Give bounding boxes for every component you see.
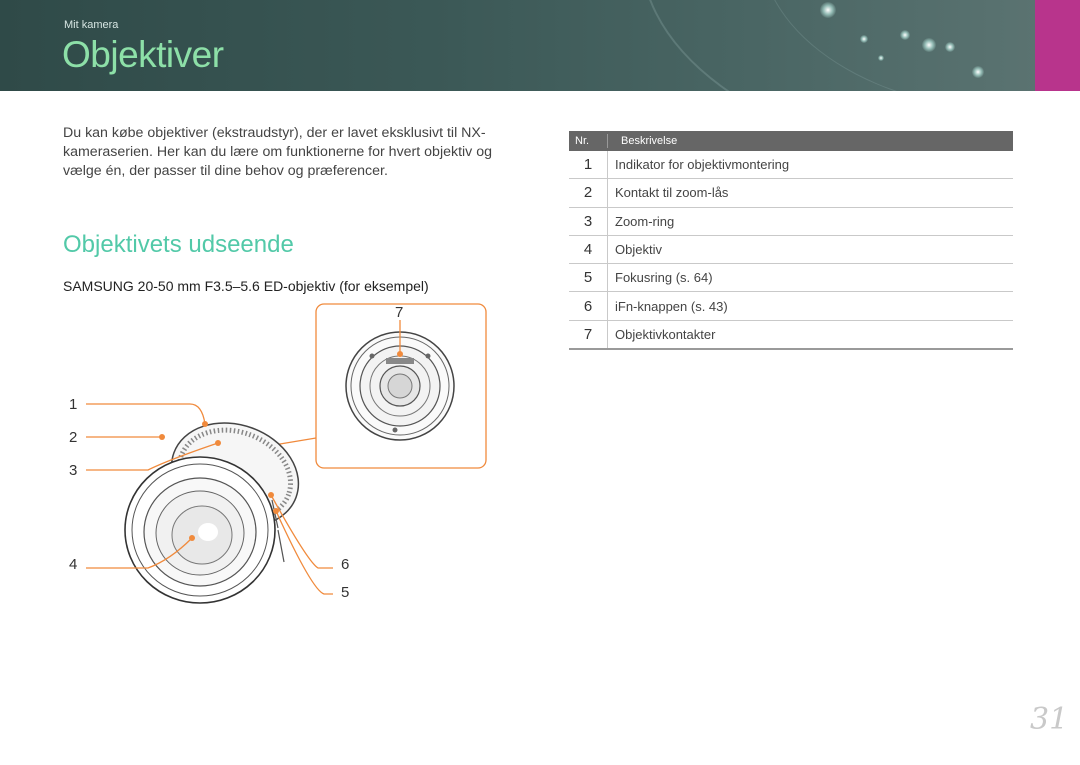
row-description: Zoom-ring [615,213,675,229]
header-sparkle [820,2,836,18]
row-number: 7 [583,325,593,343]
page-header: Mit kamera Objektiver [0,0,1080,91]
callout-number: 5 [341,584,350,601]
table-row: 2 Kontakt til zoom-lås [569,179,1013,208]
page-title: Objektiver [62,34,224,75]
lens-mount-rear-view [345,320,455,441]
chapter-tab [1035,0,1080,91]
table-row: 3 Zoom-ring [569,207,1013,236]
callout-number: 2 [69,429,78,446]
row-number: 2 [583,184,593,202]
row-description: Fokusring (s. 64) [615,270,713,286]
breadcrumb: Mit kamera [64,19,119,31]
row-description: iFn-knappen (s. 43) [615,298,728,314]
intro-paragraph: Du kan købe objektiver (ekstraudstyr), d… [63,125,492,179]
lens-caption: SAMSUNG 20-50 mm F3.5–5.6 ED-objektiv (f… [63,278,429,294]
column-header-description: Beskrivelse [621,135,678,147]
header-sparkle [860,35,868,43]
table-header: Nr. Beskrivelse [569,131,1013,151]
row-description: Objektiv [615,242,662,258]
row-description: Kontakt til zoom-lås [615,185,729,201]
table-row: 7 Objektivkontakter [569,320,1013,351]
header-sparkle [900,30,910,40]
table-row: 5 Fokusring (s. 64) [569,264,1013,293]
callout-number: 3 [69,462,78,479]
callout-number: 4 [69,556,78,573]
table-row: 6 iFn-knappen (s. 43) [569,292,1013,321]
table-row: 1 Indikator for objektivmontering [569,151,1013,180]
row-description: Indikator for objektivmontering [615,157,790,173]
row-number: 5 [583,269,593,287]
callout-number: 7 [395,304,404,321]
lens-illustration [86,303,487,604]
header-sparkle [922,38,936,52]
row-number: 1 [583,156,593,174]
row-number: 6 [583,297,593,315]
callout-number: 6 [341,556,350,573]
header-sparkle [945,42,955,52]
row-number: 4 [583,241,593,259]
table-row: 4 Objektiv [569,235,1013,265]
row-number: 3 [583,212,593,230]
lens-front-view [124,422,300,604]
row-description: Objektivkontakter [615,326,716,342]
parts-table: Nr. Beskrivelse 1 Indikator for objektivm… [569,131,1013,351]
header-sparkle [878,55,884,61]
page-number: 31 [1030,702,1069,737]
lens-diagram: 1 2 3 4 6 5 7 [50,300,500,610]
section-title: Objektivets udseende [63,231,294,258]
header-sparkle [972,66,984,78]
callout-number: 1 [69,396,78,413]
